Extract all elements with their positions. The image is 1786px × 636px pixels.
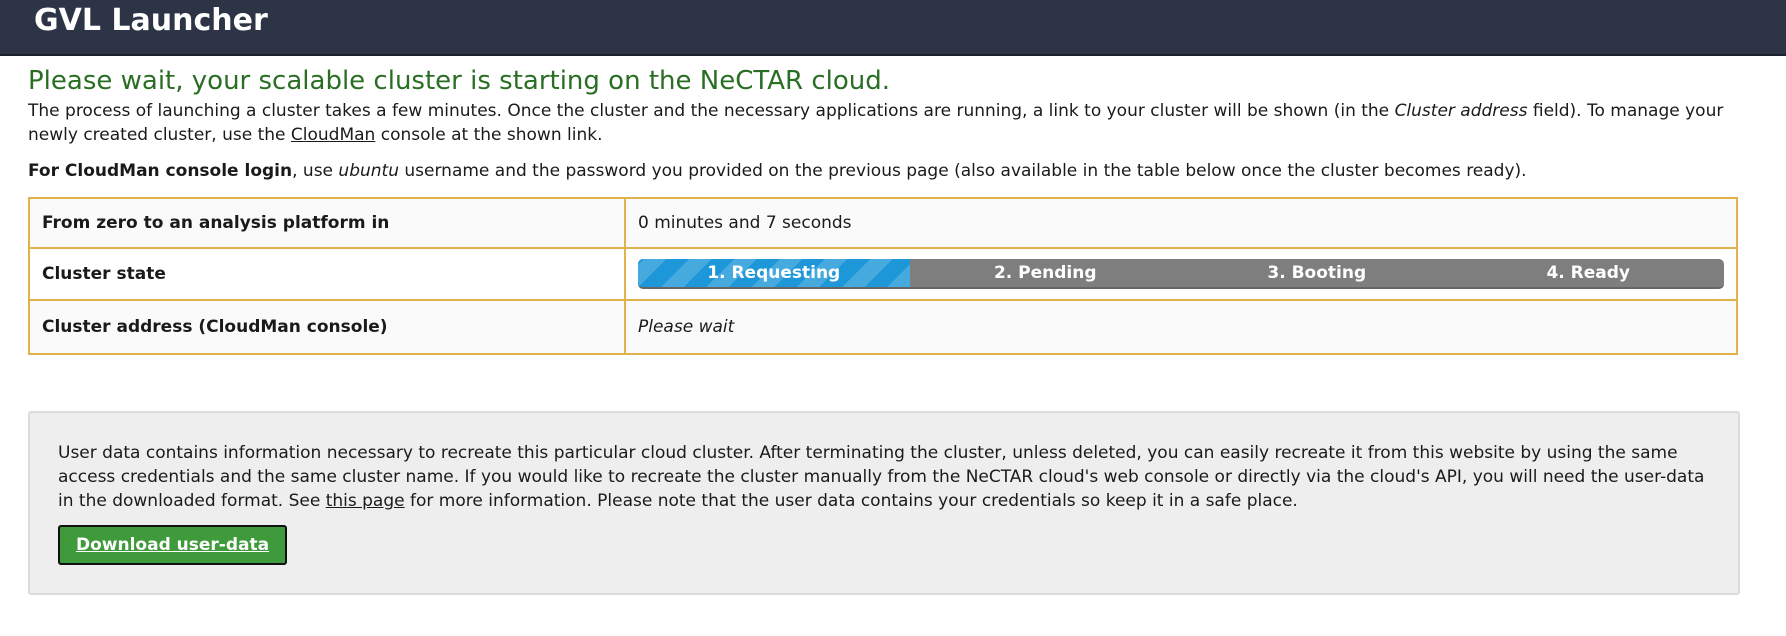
top-navbar: GVL Launcher — [0, 0, 1786, 56]
page-heading: Please wait, your scalable cluster is st… — [28, 66, 891, 96]
step-requesting: 1. Requesting — [638, 259, 910, 287]
cluster-state-progress: 1. Requesting 2. Pending 3. Booting 4. R… — [638, 259, 1724, 289]
login-text-2: username and the password you provided o… — [398, 161, 1527, 181]
intro-text-1: The process of launching a cluster takes… — [28, 101, 1395, 121]
this-page-link[interactable]: this page — [326, 491, 405, 511]
elapsed-time-label: From zero to an analysis platform in — [28, 197, 626, 249]
table-row: From zero to an analysis platform in 0 m… — [28, 197, 1738, 249]
elapsed-time-value: 0 minutes and 7 seconds — [624, 197, 1738, 249]
cluster-info-table: From zero to an analysis platform in 0 m… — [28, 197, 1738, 355]
login-text-1: , use — [292, 161, 339, 181]
login-paragraph: For CloudMan console login, use ubuntu u… — [28, 159, 1758, 183]
cluster-address-label: Cluster address (CloudMan console) — [28, 299, 626, 355]
login-italic-username: ubuntu — [338, 161, 399, 181]
download-user-data-button[interactable]: Download user-data — [58, 525, 288, 565]
login-bold: For CloudMan console login — [28, 161, 293, 181]
user-data-panel: User data contains information necessary… — [28, 411, 1740, 595]
step-pending: 2. Pending — [993, 263, 1097, 283]
table-row: Cluster address (CloudMan console) Pleas… — [28, 299, 1738, 355]
cluster-state-cell: 1. Requesting 2. Pending 3. Booting 4. R… — [624, 247, 1738, 301]
step-booting: 3. Booting — [1267, 263, 1367, 283]
cloudman-link[interactable]: CloudMan — [291, 125, 375, 145]
intro-paragraph: The process of launching a cluster takes… — [28, 99, 1758, 147]
cluster-address-value: Please wait — [624, 299, 1738, 355]
cluster-state-label: Cluster state — [28, 247, 626, 301]
table-row: Cluster state 1. Requesting 2. Pending 3… — [28, 247, 1738, 301]
brand-title[interactable]: GVL Launcher — [34, 3, 268, 38]
step-ready: 4. Ready — [1546, 263, 1631, 283]
intro-italic-cluster-address: Cluster address — [1394, 101, 1528, 121]
intro-text-3: console at the shown link. — [375, 125, 603, 145]
main-content: Please wait, your scalable cluster is st… — [0, 56, 1786, 595]
user-data-description: User data contains information necessary… — [58, 441, 1708, 513]
user-data-text-2: for more information. Please note that t… — [404, 491, 1298, 511]
